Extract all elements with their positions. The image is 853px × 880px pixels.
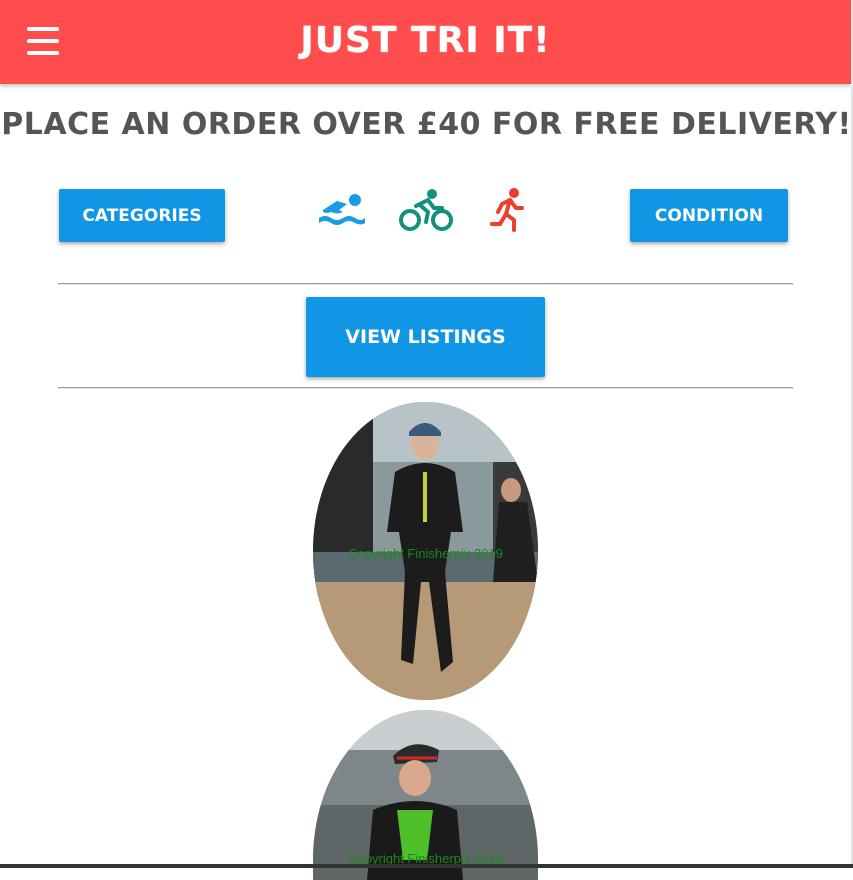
view-listings-button[interactable]: View Listings xyxy=(306,297,545,377)
run-icon[interactable] xyxy=(490,188,530,232)
categories-button[interactable]: Categories xyxy=(59,189,225,242)
bike-icon[interactable] xyxy=(398,188,454,232)
app-header: Just Tri It! xyxy=(0,0,851,84)
condition-button[interactable]: Condition xyxy=(630,189,788,242)
promo-banner: Place an order over £40 for free deliver… xyxy=(1,107,852,142)
divider xyxy=(58,387,793,389)
divider xyxy=(58,283,793,285)
listing-card[interactable]: Copyright Finisherpix 2019 xyxy=(313,402,538,700)
app-title[interactable]: Just Tri It! xyxy=(0,20,851,61)
bottom-edge xyxy=(0,864,853,868)
swim-icon[interactable] xyxy=(317,192,367,228)
watermark-text: Copyright Finisherpix 2019 xyxy=(348,546,503,561)
listing-card[interactable]: Copyright Finisherpix 2019 xyxy=(313,710,538,880)
